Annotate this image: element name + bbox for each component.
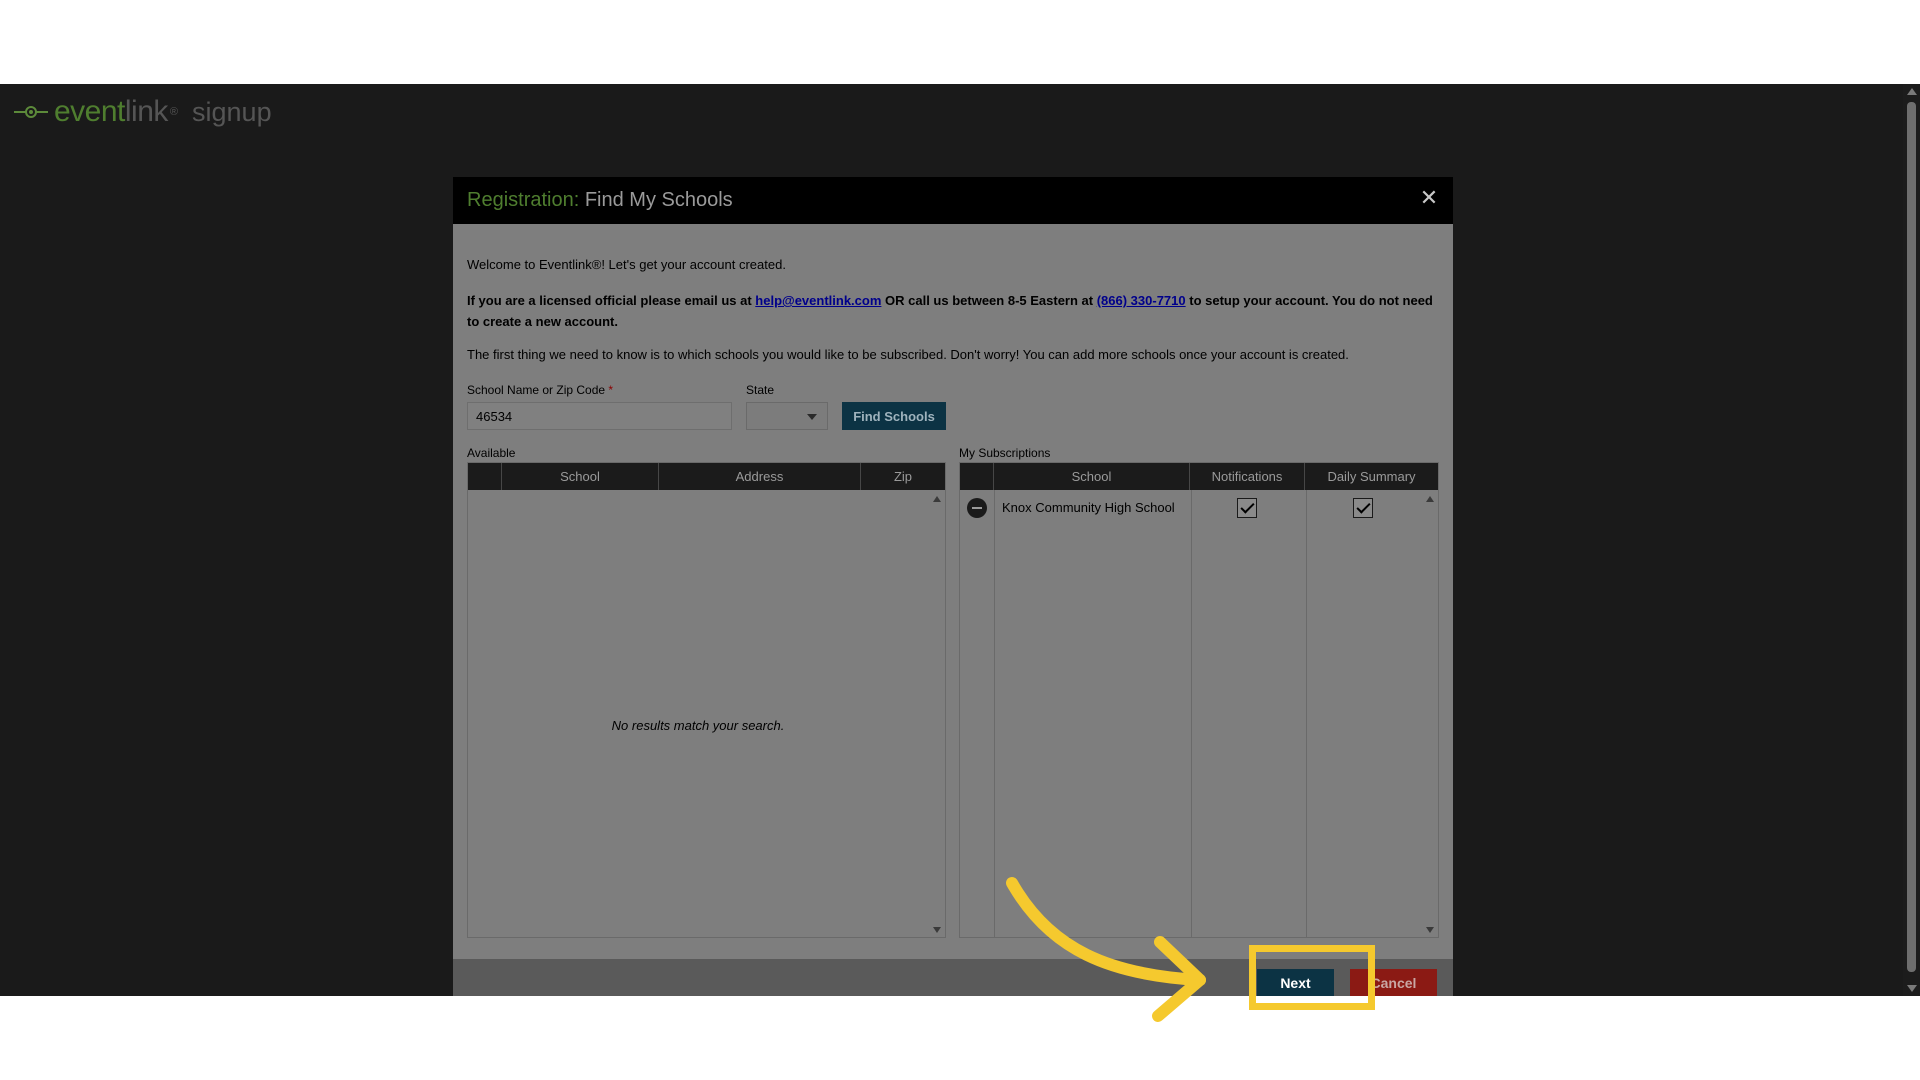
modal-header: Registration: Find My Schools ✕	[453, 177, 1453, 224]
app-screenshot: event link ® signup Registration: Find M…	[0, 84, 1920, 996]
state-label: State	[746, 383, 775, 397]
subscription-row: Knox Community High School	[960, 490, 1438, 522]
subscriptions-grid-header: School Notifications Daily Summary	[960, 463, 1438, 490]
subscriptions-col-notifications[interactable]: Notifications	[1190, 463, 1305, 490]
scrollbar-thumb[interactable]	[1907, 102, 1916, 972]
next-button[interactable]: Next	[1257, 969, 1334, 997]
logo-word-event: event	[54, 95, 125, 128]
subscriptions-grid-scrollbar[interactable]	[1422, 490, 1438, 937]
modal-title-prefix: Registration:	[467, 189, 580, 211]
support-email-link[interactable]: help@eventlink.com	[755, 293, 881, 308]
available-col-zip[interactable]: Zip	[861, 463, 945, 490]
subscriptions-col-daily-summary[interactable]: Daily Summary	[1305, 463, 1438, 490]
modal-title-main: Find My Schools	[584, 189, 733, 211]
scroll-up-icon[interactable]	[933, 496, 941, 502]
support-phone-link[interactable]: (866) 330-7710	[1097, 293, 1186, 308]
remove-icon[interactable]	[967, 498, 987, 518]
available-col-school[interactable]: School	[502, 463, 659, 490]
bottom-margin	[0, 996, 1920, 1080]
subscriptions-label: My Subscriptions	[959, 446, 1051, 460]
available-grid-scrollbar[interactable]	[929, 490, 945, 937]
logo-word-link: link	[124, 95, 169, 128]
available-col-select	[468, 463, 502, 490]
daily-summary-checkbox[interactable]	[1353, 498, 1373, 518]
find-schools-button[interactable]: Find Schools	[842, 402, 946, 430]
cancel-button[interactable]: Cancel	[1350, 969, 1437, 997]
instructions-text: The first thing we need to know is to wh…	[467, 347, 1349, 362]
empty-results-message: No results match your search.	[611, 718, 785, 733]
eventlink-logo-icon	[14, 102, 48, 122]
logo-registered-mark: ®	[169, 106, 179, 118]
subscriptions-col-remove	[960, 463, 994, 490]
scroll-down-icon[interactable]	[1907, 985, 1917, 992]
available-label: Available	[467, 446, 516, 460]
subscription-school-name: Knox Community High School	[1002, 500, 1175, 515]
state-select[interactable]	[746, 402, 828, 430]
subscriptions-col-school[interactable]: School	[994, 463, 1190, 490]
logo-word-signup: signup	[192, 96, 272, 127]
close-icon[interactable]: ✕	[1419, 187, 1439, 209]
school-zip-input[interactable]	[467, 402, 732, 430]
subscriptions-grid: School Notifications Daily Summary Knox …	[959, 462, 1439, 938]
zip-label-text: School Name or Zip Code	[467, 383, 606, 397]
registration-modal: Registration: Find My Schools ✕ Welcome …	[453, 177, 1453, 996]
official-notice: If you are a licensed official please em…	[467, 290, 1442, 332]
chevron-down-icon	[807, 414, 817, 420]
available-col-address[interactable]: Address	[659, 463, 861, 490]
scroll-up-icon[interactable]	[1907, 88, 1917, 95]
welcome-text: Welcome to Eventlink®! Let's get your ac…	[467, 257, 786, 272]
scroll-up-icon[interactable]	[1426, 496, 1434, 502]
official-text-part1: If you are a licensed official please em…	[467, 293, 756, 308]
available-grid: School Address Zip No results match your…	[467, 462, 946, 938]
official-text-part2: OR call us between 8-5 Eastern at	[881, 293, 1097, 308]
notifications-checkbox[interactable]	[1237, 498, 1257, 518]
scroll-down-icon[interactable]	[933, 927, 941, 933]
page-scrollbar[interactable]	[1903, 84, 1920, 996]
eventlink-logo: event link ® signup	[14, 92, 272, 132]
available-grid-header: School Address Zip	[468, 463, 945, 490]
modal-title: Registration: Find My Schools	[467, 189, 733, 212]
zip-label: School Name or Zip Code *	[467, 383, 613, 397]
required-mark: *	[608, 383, 614, 397]
scroll-down-icon[interactable]	[1426, 927, 1434, 933]
